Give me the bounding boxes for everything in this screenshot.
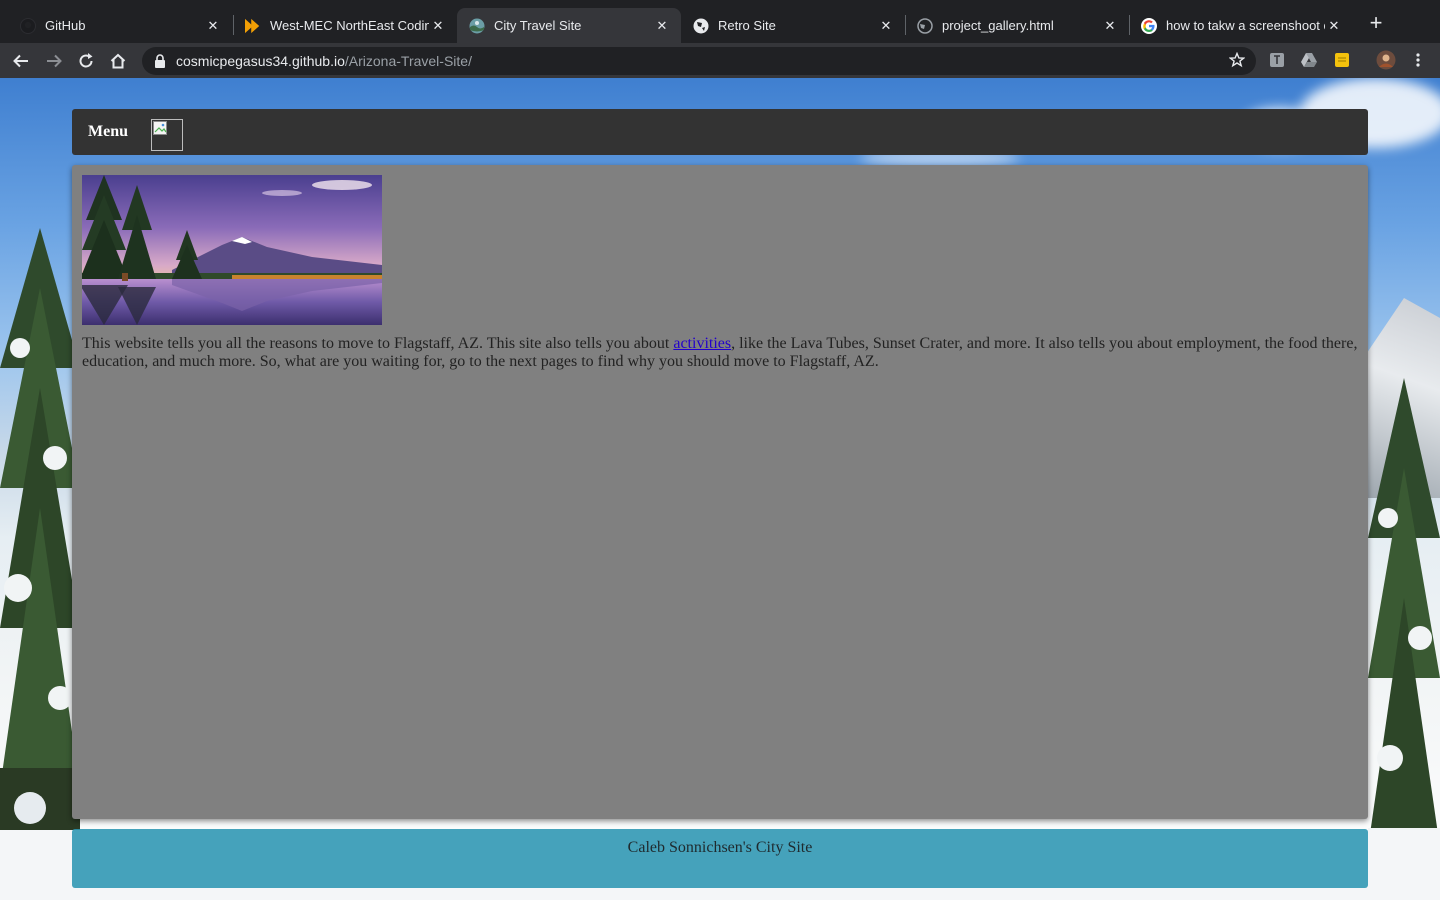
menu-button[interactable]: Menu: [88, 123, 128, 141]
tab-retro-site[interactable]: Retro Site ✕: [681, 8, 905, 43]
tab-title: GitHub: [45, 18, 86, 33]
close-icon[interactable]: ✕: [429, 18, 447, 34]
profile-avatar[interactable]: [1376, 50, 1396, 70]
close-icon[interactable]: ✕: [1325, 18, 1343, 34]
close-icon[interactable]: ✕: [653, 18, 671, 34]
globe-icon: [693, 18, 709, 34]
home-button[interactable]: [105, 48, 131, 74]
tab-title: West-MEC NorthEast Coding: [270, 18, 429, 33]
google-icon: [1141, 17, 1157, 34]
intro-text-start: This website tells you all the reasons t…: [82, 335, 674, 352]
tab-west-mec[interactable]: West-MEC NorthEast Coding ✕: [233, 8, 457, 43]
tab-city-travel-site[interactable]: City Travel Site ✕: [457, 8, 681, 43]
close-icon[interactable]: ✕: [204, 18, 222, 34]
tab-project-gallery[interactable]: project_gallery.html ✕: [905, 8, 1129, 43]
play-arrows-icon: [245, 18, 261, 34]
reload-button[interactable]: [73, 48, 99, 74]
pine-tree-left-decoration: [0, 228, 80, 900]
address-bar[interactable]: cosmicpegasus34.github.io/Arizona-Travel…: [142, 47, 1256, 75]
reload-icon: [79, 53, 93, 68]
browser-toolbar: cosmicpegasus34.github.io/Arizona-Travel…: [0, 43, 1440, 78]
tab-title: Retro Site: [718, 18, 776, 33]
broken-image-icon[interactable]: [151, 119, 183, 151]
close-icon[interactable]: ✕: [877, 18, 895, 34]
back-button[interactable]: [8, 48, 34, 74]
extension-drive-button[interactable]: [1300, 51, 1318, 69]
star-icon: [1229, 52, 1245, 68]
browser-menu-button[interactable]: [1409, 51, 1427, 69]
lock-icon: [155, 54, 165, 68]
site-footer: Caleb Sonnichsen's City Site: [72, 829, 1368, 888]
main-content-panel: This website tells you all the reasons t…: [72, 165, 1368, 819]
close-icon[interactable]: ✕: [1101, 18, 1119, 34]
puzzle-icon: [1270, 53, 1284, 67]
bookmark-star-button[interactable]: [1228, 51, 1246, 69]
tab-google-search[interactable]: how to takw a screenshoot on ✕: [1129, 8, 1353, 43]
tab-github[interactable]: GitHub ✕: [8, 8, 232, 43]
forward-button[interactable]: [41, 48, 67, 74]
footer-credit: Caleb Sonnichsen's City Site: [627, 839, 813, 856]
new-tab-button[interactable]: +: [1365, 12, 1387, 34]
note-icon: [1335, 53, 1349, 67]
pine-tree-right-decoration: [1368, 378, 1440, 900]
activities-link[interactable]: activities: [673, 335, 731, 352]
avatar-icon: [1376, 50, 1396, 70]
site-menu-bar: Menu: [72, 109, 1368, 155]
tab-title: project_gallery.html: [942, 18, 1054, 33]
globe-icon: [917, 17, 933, 34]
extension-notes-button[interactable]: [1333, 51, 1351, 69]
url-text: cosmicpegasus34.github.io/Arizona-Travel…: [176, 53, 472, 69]
extension-translate-button[interactable]: [1268, 51, 1286, 69]
home-icon: [110, 53, 126, 69]
flagstaff-lake-photo: [82, 175, 382, 325]
drive-icon: [1301, 53, 1317, 67]
intro-paragraph: This website tells you all the reasons t…: [82, 335, 1362, 371]
arrow-right-icon: [47, 54, 62, 68]
globe-icon: [469, 18, 485, 34]
kebab-menu-icon: [1416, 53, 1420, 67]
url-path: /Arizona-Travel-Site/: [344, 53, 472, 69]
tab-title: how to takw a screenshoot on: [1166, 18, 1325, 33]
github-icon: [20, 17, 36, 34]
tab-title: City Travel Site: [494, 18, 582, 33]
arrow-left-icon: [13, 54, 28, 68]
page-viewport: Menu This website tells you all the reas…: [0, 78, 1440, 900]
url-host: cosmicpegasus34.github.io: [176, 53, 345, 69]
browser-tab-strip: GitHub ✕ West-MEC NorthEast Coding ✕ Cit…: [0, 0, 1440, 43]
